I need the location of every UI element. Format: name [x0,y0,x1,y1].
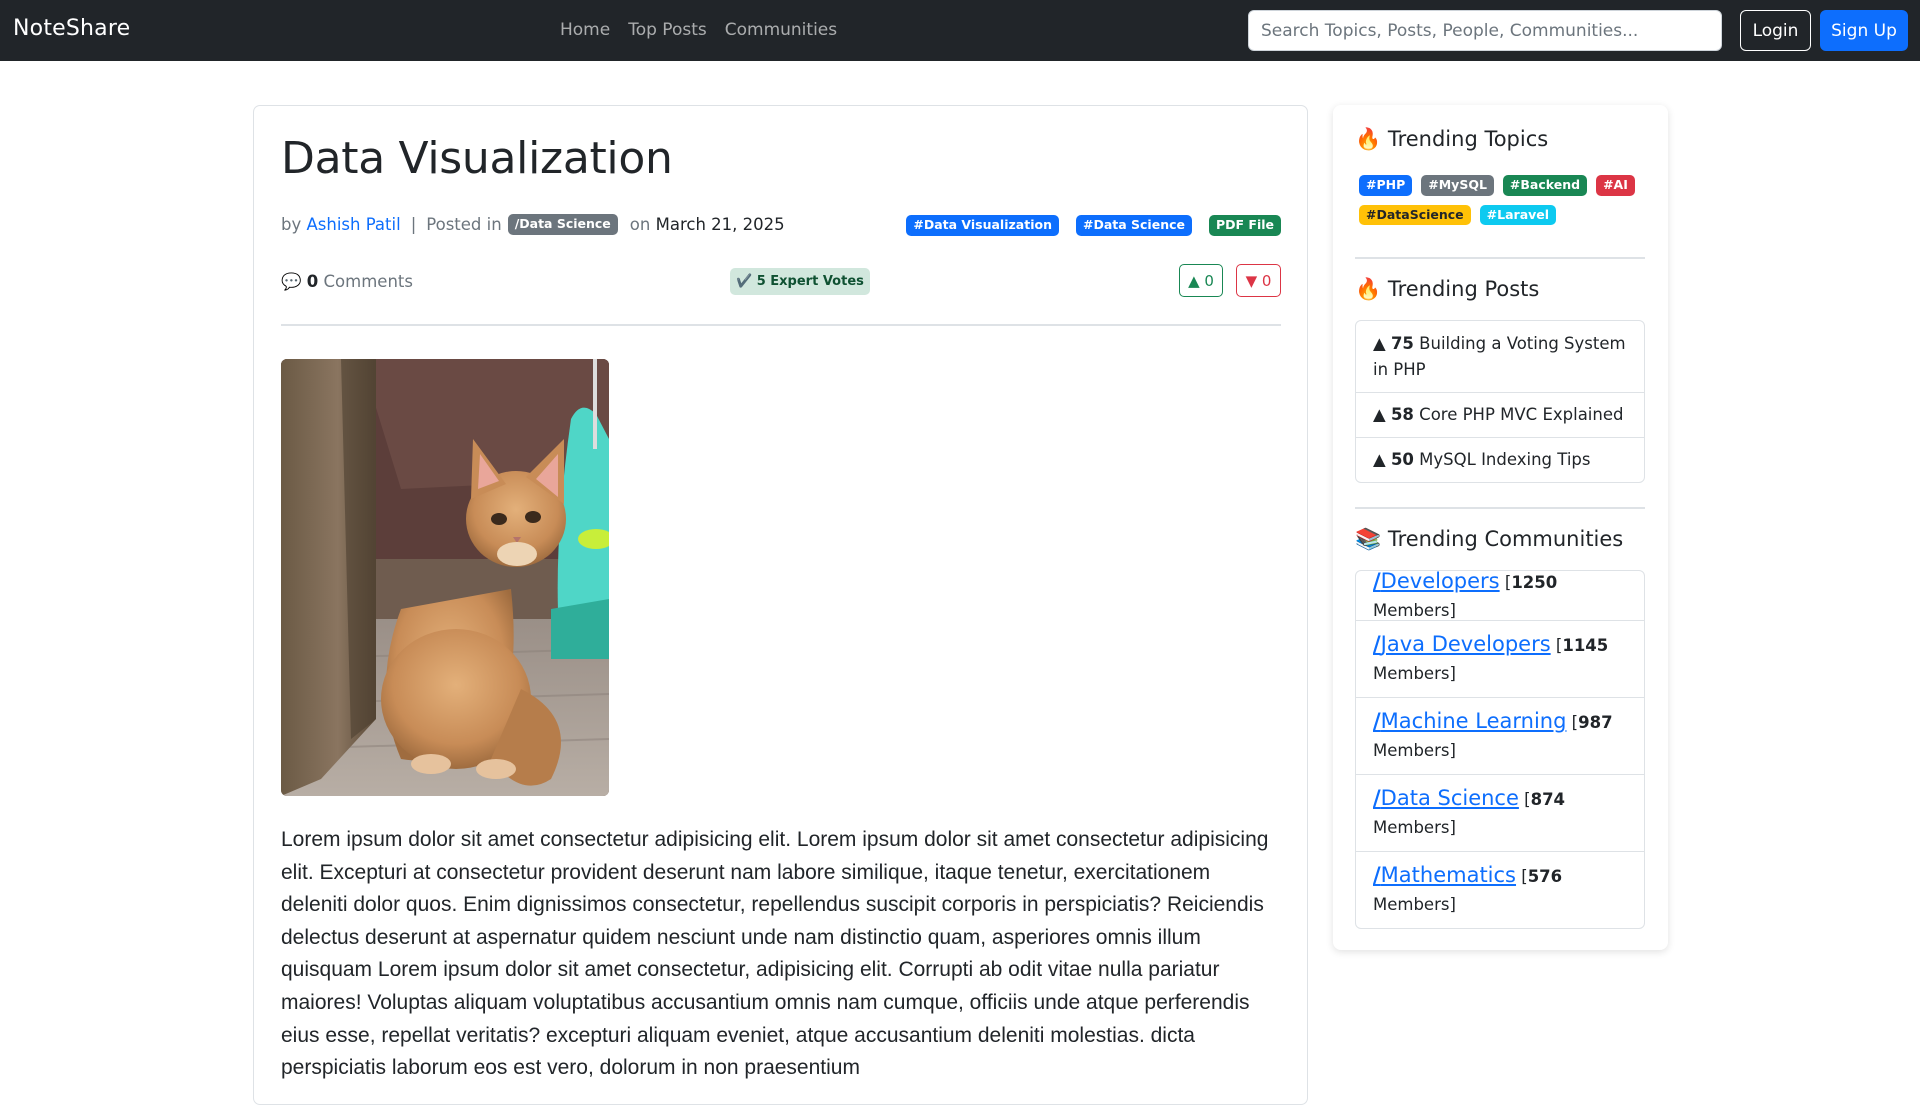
sidebar-divider [1355,257,1645,259]
trending-communities-list: /Developers [1250 Members] /Java Develop… [1355,570,1645,929]
topic-badge-php[interactable]: #PHP [1359,175,1413,196]
post-date: March 21, 2025 [655,214,785,234]
nav-links: Home Top Posts Communities [560,20,837,40]
comment-icon: 💬 [281,272,302,291]
author-link[interactable]: Ashish Patil [307,215,401,234]
community-item[interactable]: /Mathematics [576 Members] [1356,851,1644,928]
date-wrap: on March 21, 2025 [630,215,785,234]
tag-data-science[interactable]: #Data Science [1075,215,1192,236]
nav-link-top-posts[interactable]: Top Posts [628,20,707,40]
trending-posts-heading: 🔥 Trending Posts [1355,277,1540,301]
comments-link[interactable]: 💬 0 Comments [281,272,413,292]
downvote-button[interactable]: ▼ 0 [1236,264,1281,297]
community-item[interactable]: /Data Science [874 Members] [1356,774,1644,851]
community-link[interactable]: /Data Science [1373,786,1519,810]
trending-topics-heading: 🔥 Trending Topics [1355,127,1549,151]
trending-post-item[interactable]: ▲ 50 MySQL Indexing Tips [1356,437,1644,482]
community-link[interactable]: /Machine Learning [1373,709,1566,733]
trending-post-votes: 50 [1390,450,1414,469]
post-body: Lorem ipsum dolor sit amet consectetur a… [281,828,1269,1080]
community-link[interactable]: /Java Developers [1373,632,1551,656]
trending-post-item[interactable]: ▲ 58 Core PHP MVC Explained [1356,392,1644,437]
topic-badge-datascience[interactable]: #DataScience [1359,204,1471,225]
nav-link-communities[interactable]: Communities [725,20,837,40]
trending-post-votes: 75 [1390,333,1414,353]
community-item[interactable]: /Developers [1250 Members] [1356,571,1644,620]
upvote-button[interactable]: ▲ 0 [1179,264,1223,297]
search-input[interactable] [1248,10,1722,51]
expert-votes-badge: ✔️ 5 Expert Votes [730,268,870,295]
trending-post-title: MySQL Indexing Tips [1419,450,1591,469]
meta-divider [281,324,1281,326]
community-item[interactable]: /Machine Learning [987 Members] [1356,697,1644,774]
signup-button[interactable]: Sign Up [1820,10,1908,51]
post-card: Data Visualization by Ashish Patil | Pos… [253,105,1308,1105]
trending-post-item[interactable]: ▲ 75 Building a Voting System in PHP [1356,321,1644,392]
community-item[interactable]: /Java Developers [1145 Members] [1356,620,1644,697]
pdf-file-badge[interactable]: PDF File [1208,215,1281,236]
comments-label: Comments [323,272,413,291]
upvote-arrow-icon: ▲ [1373,333,1386,353]
top-navbar: NoteShare Home Top Posts Communities Log… [0,0,1920,61]
on-label: on [629,214,651,234]
login-button[interactable]: Login [1740,10,1811,51]
sidebar-divider [1355,507,1645,509]
trending-post-votes: 58 [1390,405,1414,424]
topic-badge-mysql[interactable]: #MySQL [1421,175,1494,196]
upvote-arrow-icon: ▲ [1373,405,1386,424]
trending-posts-list: ▲ 75 Building a Voting System in PHP ▲ 5… [1355,320,1645,483]
trending-communities-heading: 📚 Trending Communities [1355,527,1624,551]
topic-badge-laravel[interactable]: #Laravel [1479,204,1557,225]
meta-separator: | [410,214,417,234]
by-label: by [281,214,302,234]
posted-in-label: Posted in [426,214,502,234]
tag-data-visualization[interactable]: #Data Visualization [906,215,1059,236]
sidebar: 🔥 Trending Topics #PHP #MySQL #Backend #… [1333,105,1668,950]
topic-badge-ai[interactable]: #AI [1596,175,1635,196]
post-meta: by Ashish Patil | Posted in /Data Scienc… [281,214,785,235]
nav-link-home[interactable]: Home [560,20,610,40]
comments-count: 0 [306,272,319,291]
trending-post-text: ▲ 75 Building a Voting System in PHP [1373,331,1627,383]
post-title: Data Visualization [281,133,673,184]
category-badge[interactable]: /Data Science [507,214,618,235]
community-link[interactable]: /Mathematics [1373,863,1516,887]
trending-topics-list: #PHP #MySQL #Backend #AI #DataScience #L… [1359,175,1649,225]
trending-post-text: ▲ 58 Core PHP MVC Explained [1373,402,1623,428]
post-image [281,359,609,796]
brand-logo[interactable]: NoteShare [13,16,130,41]
upvote-arrow-icon: ▲ [1373,450,1386,469]
trending-post-text: ▲ 50 MySQL Indexing Tips [1373,447,1590,473]
post-tags: #Data Visualization #Data Science PDF Fi… [906,215,1281,236]
topic-badge-backend[interactable]: #Backend [1502,175,1588,196]
community-link[interactable]: /Developers [1373,571,1500,593]
trending-post-title: Core PHP MVC Explained [1419,405,1624,424]
